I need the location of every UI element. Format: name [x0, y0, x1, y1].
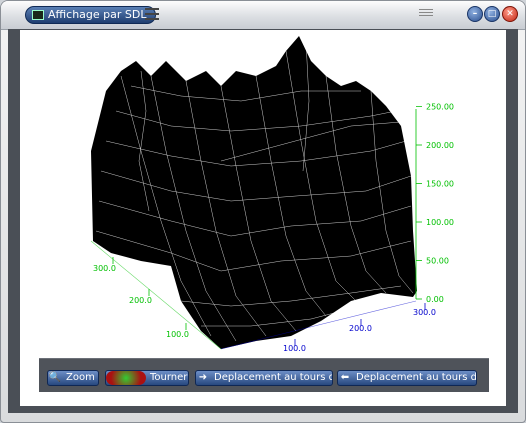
rotate-label: Tourner: [150, 372, 188, 383]
z-axis: 0.00 50.00 100.00 150.00 200.00 250.00: [415, 103, 454, 304]
window-title-button[interactable]: Affichage par SDL: [25, 6, 156, 24]
minimize-icon[interactable]: –: [467, 6, 483, 22]
zoom-label: Zoom: [66, 372, 95, 383]
title-grip-icon: [419, 9, 433, 19]
z-tick-label: 250.00: [426, 103, 454, 112]
y-tick-label: 300.0: [93, 264, 116, 273]
x-tick-label: 100.0: [283, 344, 306, 353]
z-tick-label: 0.00: [426, 295, 444, 304]
z-tick-label: 150.00: [426, 180, 454, 189]
window-title: Affichage par SDL: [48, 8, 147, 21]
move-z-label: Deplacement au tours de Z: [214, 372, 332, 383]
x-tick-label: 200.0: [349, 324, 372, 333]
menu-icon[interactable]: [145, 8, 159, 20]
rotate-icon: [106, 371, 146, 385]
z-tick-label: 100.00: [426, 218, 454, 227]
x-tick-label: 300.0: [413, 308, 436, 317]
y-tick-label: 100.0: [166, 330, 189, 339]
magnifier-icon: 🔍: [48, 372, 62, 383]
rotate-button[interactable]: Tourner: [105, 370, 189, 386]
y-tick-label: 200.0: [129, 296, 152, 305]
z-tick-label: 50.00: [426, 257, 449, 266]
sdl-window: Affichage par SDL – □ ✕ 0.00 50.00 100.0…: [0, 0, 526, 423]
toolbar: 🔍 Zoom Tourner ➜ Deplacement au tours de…: [39, 358, 489, 392]
move-z-button[interactable]: ➜ Deplacement au tours de Z: [195, 370, 333, 386]
arrow-left-icon: ⬅: [340, 372, 350, 383]
maximize-icon[interactable]: □: [484, 6, 500, 22]
app-icon: [32, 10, 44, 20]
z-tick-label: 200.00: [426, 141, 454, 150]
z-ticks: 0.00 50.00 100.00 150.00 200.00 250.00: [416, 103, 454, 304]
move-x-label: Deplacement au tours de X: [356, 372, 477, 383]
title-bar[interactable]: Affichage par SDL – □ ✕: [1, 1, 525, 30]
surface-plot[interactable]: 0.00 50.00 100.00 150.00 200.00 250.00 100.0 2…: [21, 31, 507, 363]
close-icon[interactable]: ✕: [502, 6, 518, 22]
move-x-button[interactable]: ⬅ Deplacement au tours de X: [337, 370, 477, 386]
zoom-button[interactable]: 🔍 Zoom: [47, 370, 99, 386]
arrow-right-icon: ➜: [198, 372, 208, 383]
